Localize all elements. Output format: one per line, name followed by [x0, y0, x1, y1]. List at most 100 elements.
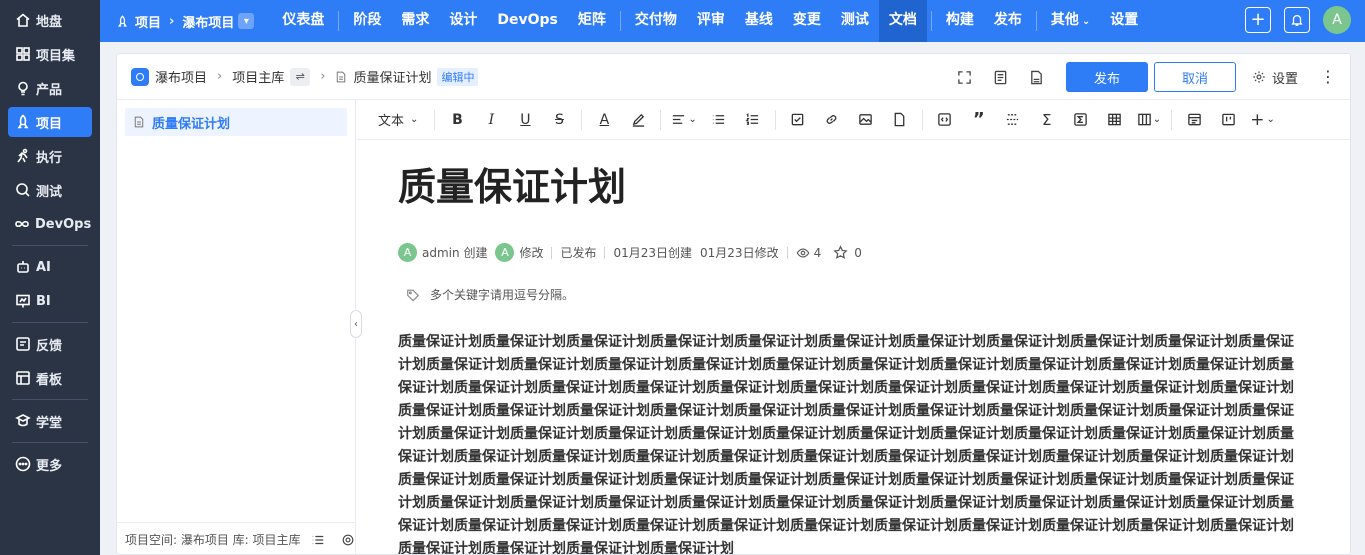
sidebar-item-label: BI	[36, 293, 51, 309]
sidebar-item-project[interactable]: 项目	[8, 107, 92, 137]
italic-icon[interactable]: I	[479, 108, 503, 132]
sidebar-item-more[interactable]: 更多	[8, 449, 92, 479]
nav-test[interactable]: 测试	[831, 0, 879, 42]
image-icon[interactable]	[854, 108, 878, 132]
home-icon	[14, 12, 31, 29]
cancel-button[interactable]: 取消	[1153, 62, 1236, 92]
sidebar-item-school[interactable]: 学堂	[8, 406, 92, 436]
settings-label: 设置	[1271, 71, 1298, 87]
tree-item-doc[interactable]: 质量保证计划	[125, 108, 347, 136]
keywords-field[interactable]: 多个关键字请用逗号分隔。	[406, 286, 1350, 303]
star-count: 0	[854, 245, 862, 260]
text-style-select[interactable]: 文本 ⌄	[372, 108, 424, 132]
nav-build[interactable]: 构建	[936, 0, 984, 42]
infinity-icon	[14, 216, 30, 233]
highlight-icon[interactable]	[626, 108, 650, 132]
strikethrough-icon[interactable]: S	[547, 108, 571, 132]
checkbox-icon[interactable]	[786, 108, 810, 132]
nav-devops[interactable]: DevOps	[487, 0, 568, 42]
collapse-sidebar-button[interactable]: ‹	[350, 310, 362, 338]
plus-icon[interactable]: +	[1245, 7, 1271, 33]
doc-body[interactable]: 质量保证计划质量保证计划质量保证计划质量保证计划质量保证计划质量保证计划质量保证…	[398, 331, 1304, 554]
breadcrumb-space[interactable]: 瀑布项目	[155, 67, 207, 86]
top-actions: + A	[1245, 6, 1351, 34]
quote-icon[interactable]: ”	[967, 108, 991, 132]
bell-icon[interactable]	[1284, 7, 1310, 33]
sidebar-item-product[interactable]: 产品	[8, 73, 92, 103]
nav-review[interactable]: 评审	[687, 0, 735, 42]
gear-icon[interactable]	[341, 533, 355, 547]
divider-icon[interactable]	[1001, 108, 1025, 132]
switch-lib-icon[interactable]: ⇌	[290, 67, 311, 86]
sidebar-item-execution[interactable]: 执行	[8, 141, 92, 171]
columns-icon[interactable]: ⌄	[1137, 108, 1161, 132]
sidebar-item-kanban[interactable]: 看板	[8, 363, 92, 393]
settings-button[interactable]: 设置	[1252, 68, 1298, 87]
formula-block-icon[interactable]	[1069, 108, 1093, 132]
nav-matrix[interactable]: 矩阵	[568, 0, 616, 42]
breadcrumb-project[interactable]: 瀑布项目	[182, 12, 234, 31]
sidebar-item-program[interactable]: 项目集	[8, 39, 92, 69]
sidebar-item-bi[interactable]: BI	[8, 286, 92, 316]
bold-icon[interactable]: B	[445, 108, 469, 132]
sidebar-item-label: 测试	[36, 184, 63, 200]
outline-icon[interactable]	[992, 68, 1010, 86]
toolbar-divider	[774, 109, 776, 130]
more-vertical-icon[interactable]: ⋮	[1320, 69, 1336, 85]
top-navbar: 项目 › 瀑布项目 ▾ 仪表盘 阶段 需求 设计 DevOps 矩阵 交付物 评…	[100, 0, 1365, 42]
nav-design[interactable]: 设计	[439, 0, 487, 42]
nav-doc[interactable]: 文档	[878, 0, 927, 42]
font-color-icon[interactable]: A	[592, 108, 616, 132]
editor-area[interactable]: 质量保证计划 A admin 创建 A 修改 已发布 01月23日创建 01月2…	[357, 141, 1350, 554]
bulb-icon	[14, 80, 31, 97]
template-icon[interactable]	[1182, 108, 1206, 132]
ordered-list-icon[interactable]	[741, 108, 765, 132]
table-icon[interactable]	[1103, 108, 1127, 132]
user-avatar[interactable]: A	[1323, 6, 1351, 34]
toolbar-divider	[1171, 109, 1173, 130]
chevron-right-icon: ›	[320, 69, 326, 84]
sidebar-item-ai[interactable]: AI	[8, 252, 92, 282]
nav-change[interactable]: 变更	[783, 0, 831, 42]
formula-icon[interactable]: Σ	[1035, 108, 1059, 132]
export-icon[interactable]	[1028, 68, 1046, 86]
list-icon[interactable]	[311, 533, 325, 547]
nav-deliverable[interactable]: 交付物	[625, 0, 687, 42]
project-switch-dropdown[interactable]: ▾	[238, 13, 255, 29]
school-icon	[14, 413, 31, 430]
attachment-icon[interactable]	[888, 108, 912, 132]
nav-release[interactable]: 发布	[984, 0, 1032, 42]
nav-divider	[619, 11, 621, 31]
nav-story[interactable]: 需求	[391, 0, 439, 42]
toolbar-divider	[581, 109, 583, 130]
sidebar-item-devops[interactable]: DevOps	[8, 209, 92, 239]
breadcrumb-root[interactable]: 项目	[135, 12, 161, 31]
star-icon[interactable]	[833, 245, 848, 260]
insert-more-icon[interactable]: + ⌄	[1250, 108, 1275, 132]
nav-other[interactable]: 其他 ⌄	[1041, 0, 1100, 42]
code-block-icon[interactable]	[933, 108, 957, 132]
gear-icon	[1252, 70, 1266, 84]
nav-baseline[interactable]: 基线	[735, 0, 783, 42]
nav-dashboard[interactable]: 仪表盘	[272, 0, 334, 42]
sidebar: 地盘 项目集 产品 项目 执行 测试 DevOps AI BI 反馈 看板 学堂…	[0, 0, 100, 555]
kanban-icon[interactable]	[1216, 108, 1240, 132]
fullscreen-icon[interactable]	[956, 68, 974, 86]
sidebar-item-test[interactable]: 测试	[8, 175, 92, 205]
sidebar-divider	[12, 245, 88, 246]
publish-button[interactable]: 发布	[1065, 62, 1148, 92]
doc-panel: 瀑布项目 › 项目主库 ⇌ › 质量保证计划 编辑中 发布 取消 设置 ⋮ 质量…	[116, 53, 1351, 555]
underline-icon[interactable]: U	[513, 108, 537, 132]
rocket-icon	[14, 114, 31, 131]
sidebar-item-label: 地盘	[36, 14, 63, 30]
bullet-list-icon[interactable]	[707, 108, 731, 132]
sidebar-item-home[interactable]: 地盘	[8, 5, 92, 35]
link-icon[interactable]	[820, 108, 844, 132]
breadcrumb-lib[interactable]: 项目主库	[232, 67, 284, 86]
doc-title[interactable]: 质量保证计划	[398, 165, 1350, 223]
sidebar-item-feedback[interactable]: 反馈	[8, 329, 92, 359]
nav-settings[interactable]: 设置	[1100, 0, 1148, 42]
align-icon[interactable]: ⌄	[671, 108, 697, 132]
keywords-placeholder: 多个关键字请用逗号分隔。	[430, 288, 575, 302]
nav-stage[interactable]: 阶段	[343, 0, 391, 42]
